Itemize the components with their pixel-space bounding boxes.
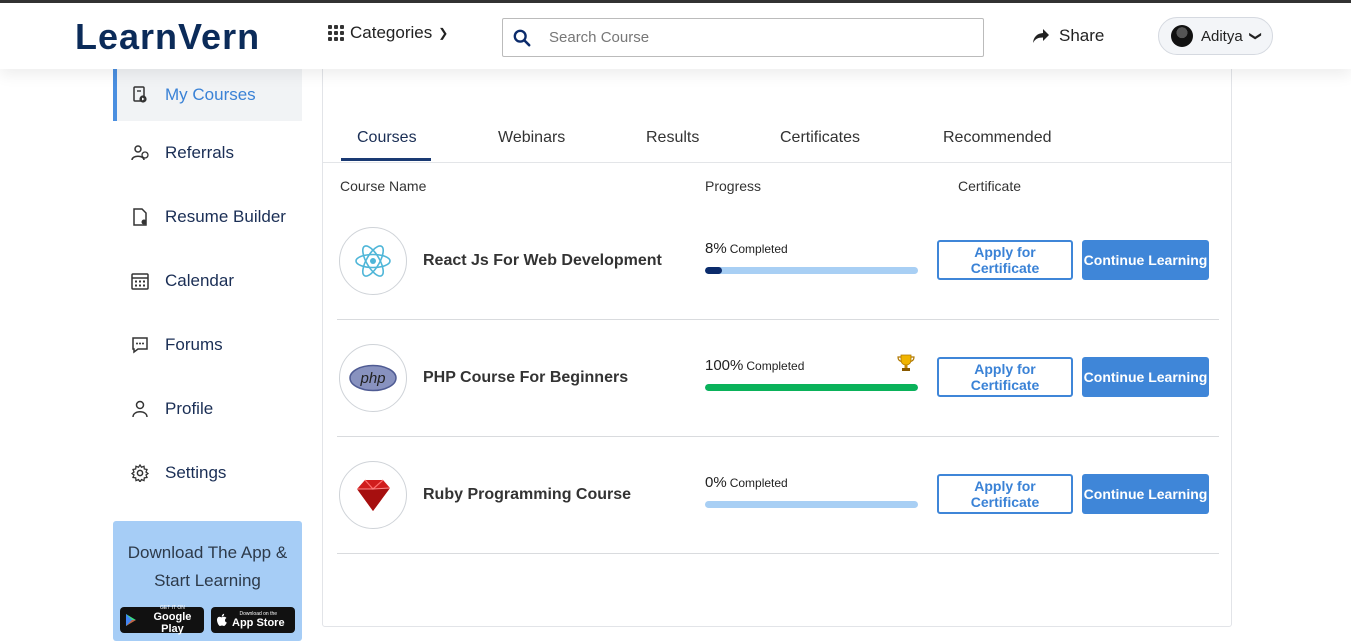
continue-learning-button[interactable]: Continue Learning: [1082, 240, 1209, 280]
sidebar-item-label: Resume Builder: [165, 207, 286, 226]
top-navbar: LearnVern Categories ❯ Share Aditya ❯: [0, 3, 1351, 69]
progress-text: 0% Completed: [705, 474, 788, 491]
calendar-icon: [131, 272, 149, 290]
sidebar-item-profile[interactable]: Profile: [113, 377, 302, 441]
google-play-label: Google Play: [153, 611, 192, 635]
referrals-icon: [131, 144, 149, 162]
grid-icon: [328, 25, 344, 41]
progress-value: 100%: [705, 357, 744, 374]
progress-text: 100% Completed: [705, 357, 804, 374]
categories-menu[interactable]: Categories ❯: [328, 23, 448, 43]
user-name: Aditya: [1201, 27, 1243, 45]
sidebar: My Courses Referrals Resume Builder Cale…: [113, 69, 302, 505]
sidebar-item-label: Referrals: [165, 143, 234, 162]
column-header-course-name: Course Name: [340, 178, 427, 194]
share-label: Share: [1059, 26, 1105, 45]
sidebar-item-label: Calendar: [165, 271, 234, 290]
progress-fill: [705, 384, 918, 391]
sidebar-item-label: Settings: [165, 463, 227, 482]
react-logo-icon: [339, 227, 407, 295]
google-play-button[interactable]: GET IT ON Google Play: [120, 605, 204, 635]
progress-text: 8% Completed: [705, 240, 788, 257]
ruby-logo-icon: [339, 461, 407, 529]
progress-bar: [705, 267, 918, 274]
course-name[interactable]: PHP Course For Beginners: [423, 369, 628, 387]
promo-line-2: Start Learning: [154, 571, 261, 590]
profile-icon: [131, 400, 149, 418]
sidebar-item-label: My Courses: [165, 85, 256, 104]
chevron-down-icon: ❯: [1248, 30, 1263, 42]
tab-certificates[interactable]: Certificates: [780, 129, 860, 147]
svg-text:php: php: [359, 370, 385, 387]
progress-label: Completed: [729, 242, 788, 256]
tab-bar: Courses Webinars Results Certificates Re…: [323, 113, 1231, 163]
forums-icon: [131, 336, 149, 354]
sidebar-item-resume-builder[interactable]: Resume Builder: [113, 185, 302, 249]
chevron-down-icon: ❯: [438, 26, 449, 40]
tab-courses[interactable]: Courses: [357, 129, 417, 147]
sidebar-item-settings[interactable]: Settings: [113, 441, 302, 505]
sidebar-item-my-courses[interactable]: My Courses: [113, 69, 302, 121]
continue-learning-button[interactable]: Continue Learning: [1082, 357, 1209, 397]
active-tab-indicator: [341, 158, 431, 161]
tab-results[interactable]: Results: [646, 129, 699, 147]
sidebar-item-label: Forums: [165, 335, 223, 354]
sidebar-item-label: Profile: [165, 399, 214, 418]
courses-icon: [131, 86, 149, 104]
progress-label: Completed: [746, 359, 805, 373]
tab-webinars[interactable]: Webinars: [498, 129, 565, 147]
share-arrow-icon: [1033, 29, 1049, 43]
promo-line-1: Download The App &: [127, 543, 288, 562]
course-name[interactable]: React Js For Web Development: [423, 252, 662, 270]
progress-fill: [705, 267, 723, 274]
progress-bar: [705, 501, 918, 508]
table-row: php PHP Course For Beginners 100% Complet…: [337, 320, 1219, 437]
apple-icon: [217, 613, 227, 626]
trophy-icon: [897, 354, 915, 377]
app-store-button[interactable]: Download on the App Store: [211, 607, 295, 633]
table-row: Ruby Programming Course 0% Completed Appl…: [337, 437, 1219, 554]
share-button[interactable]: Share: [1032, 26, 1104, 46]
progress-label: Completed: [729, 476, 788, 490]
google-play-icon: [125, 614, 136, 626]
app-download-promo: Download The App & Start Learning GET IT…: [113, 521, 302, 641]
search-icon: [513, 29, 531, 46]
apply-certificate-button[interactable]: Apply for Certificate: [937, 240, 1073, 280]
user-menu[interactable]: Aditya ❯: [1158, 17, 1273, 55]
progress-value: 0%: [705, 474, 727, 491]
sidebar-item-forums[interactable]: Forums: [113, 313, 302, 377]
progress-value: 8%: [705, 240, 727, 257]
search-input[interactable]: [549, 29, 949, 46]
courses-panel: Courses Webinars Results Certificates Re…: [322, 40, 1232, 627]
apply-certificate-button[interactable]: Apply for Certificate: [937, 357, 1073, 397]
tab-recommended[interactable]: Recommended: [943, 129, 1052, 147]
course-name[interactable]: Ruby Programming Course: [423, 486, 631, 504]
sidebar-item-calendar[interactable]: Calendar: [113, 249, 302, 313]
learnvern-logo[interactable]: LearnVern: [75, 16, 260, 58]
categories-label: Categories: [350, 23, 433, 42]
column-header-certificate: Certificate: [958, 178, 1022, 194]
resume-icon: [131, 208, 149, 226]
table-row: React Js For Web Development 8% Completed…: [337, 203, 1219, 320]
settings-icon: [131, 464, 149, 482]
progress-bar: [705, 384, 918, 391]
avatar: [1171, 25, 1193, 47]
search-bar: [502, 18, 984, 57]
column-header-progress: Progress: [705, 178, 762, 194]
apply-certificate-button[interactable]: Apply for Certificate: [937, 474, 1073, 514]
continue-learning-button[interactable]: Continue Learning: [1082, 474, 1209, 514]
php-logo-icon: php: [339, 344, 407, 412]
sidebar-item-referrals[interactable]: Referrals: [113, 121, 302, 185]
app-store-label: App Store: [232, 617, 285, 629]
